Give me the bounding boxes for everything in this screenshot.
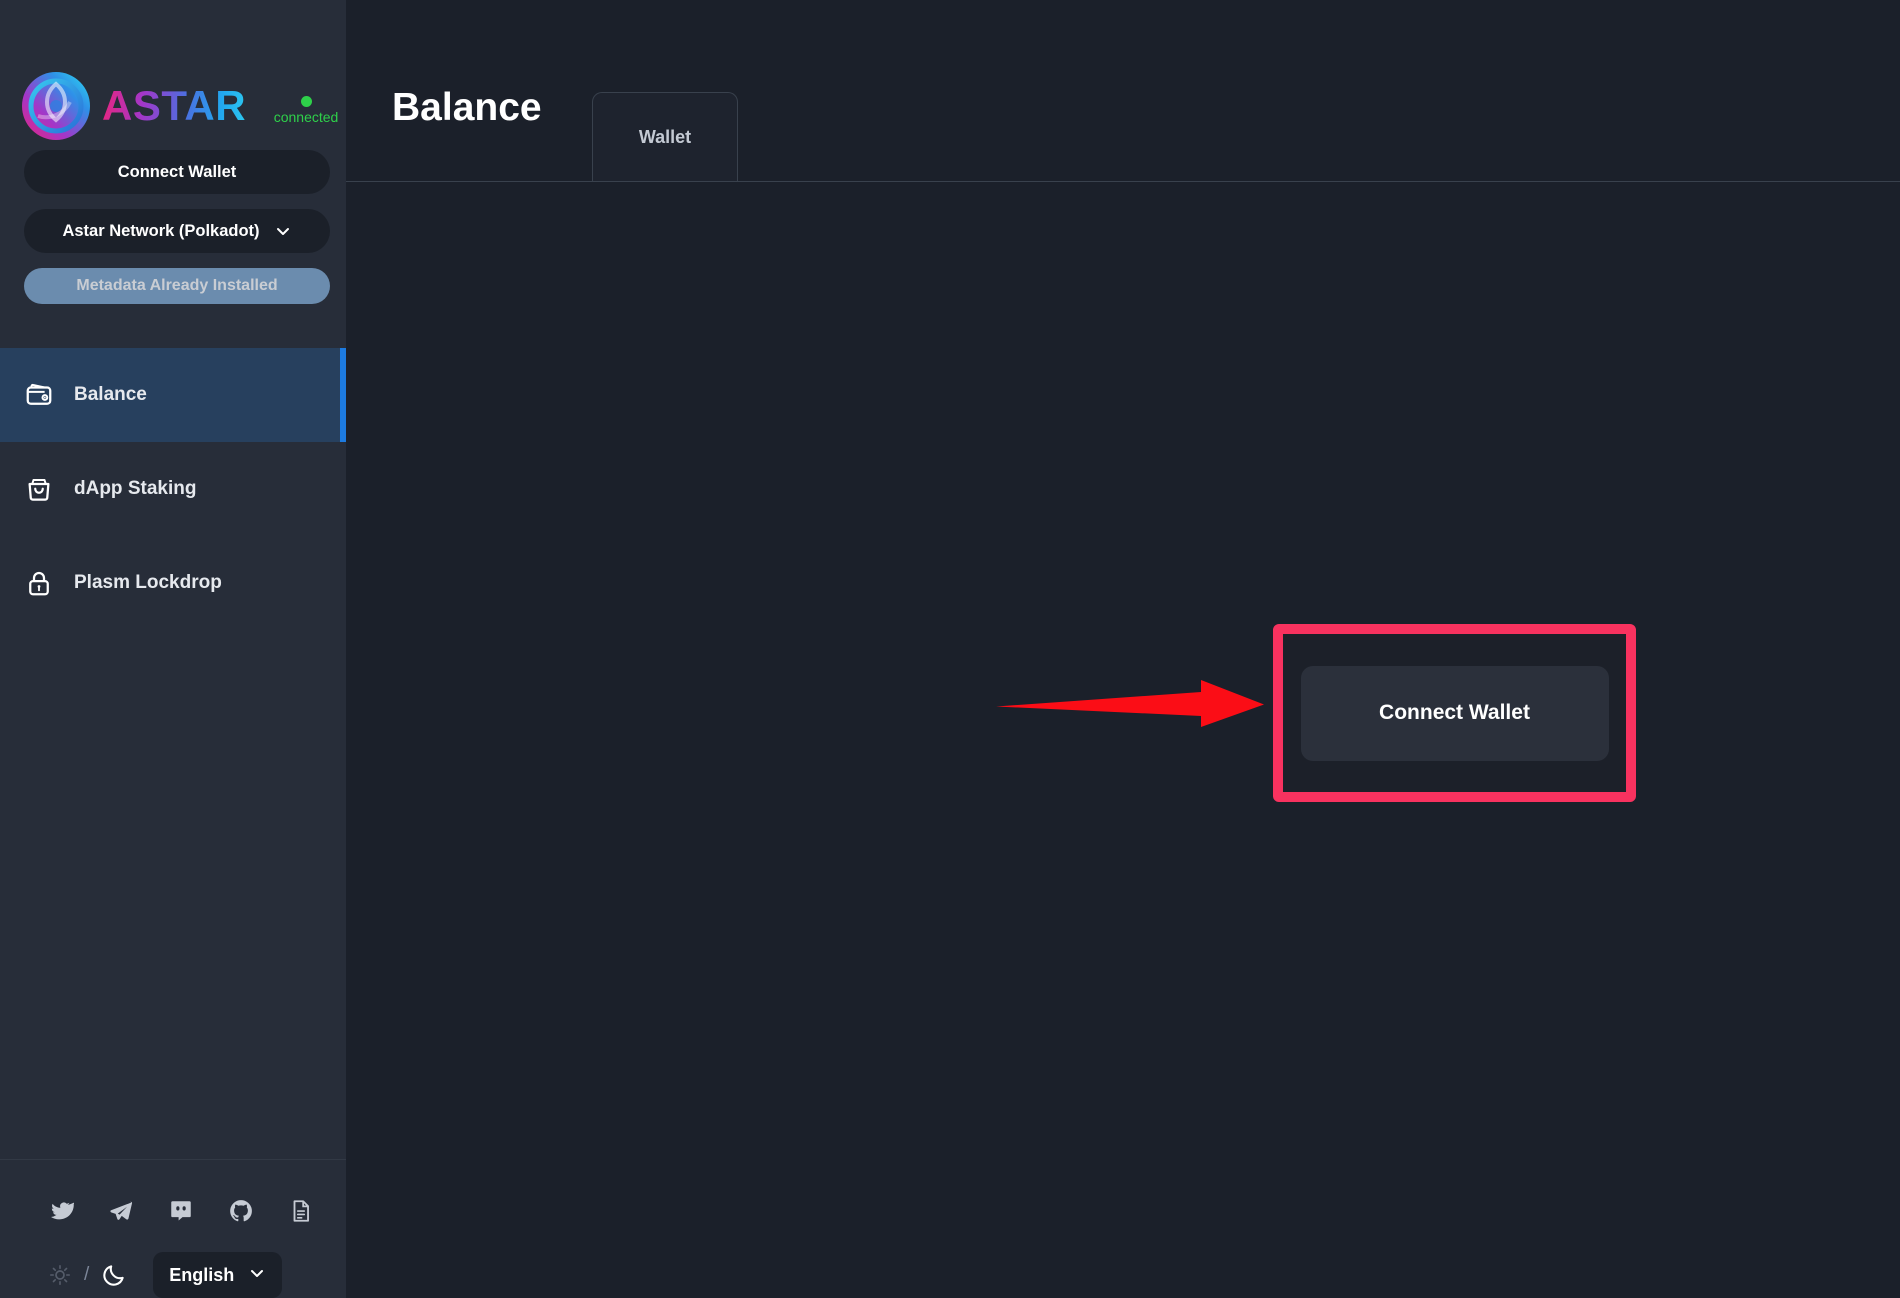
annotation-arrow-icon xyxy=(996,680,1264,730)
sidebar: ASTAR connected Connect Wallet Astar Net… xyxy=(0,0,346,1298)
network-selector-label: Astar Network (Polkadot) xyxy=(62,221,260,240)
docs-icon[interactable] xyxy=(288,1198,314,1224)
astar-logo-icon xyxy=(20,70,92,142)
brand-row: ASTAR connected xyxy=(0,0,346,150)
language-selector[interactable]: English xyxy=(153,1252,283,1298)
twitter-icon[interactable] xyxy=(48,1198,74,1224)
sidebar-item-label: dApp Staking xyxy=(74,478,197,499)
sidebar-footer: / English xyxy=(0,1159,346,1298)
metadata-installed-button[interactable]: Metadata Already Installed xyxy=(24,268,330,304)
telegram-icon[interactable] xyxy=(108,1198,134,1224)
wallet-icon xyxy=(22,378,56,412)
connect-wallet-card: Connect Wallet xyxy=(1273,624,1636,802)
sidebar-item-label: Balance xyxy=(74,384,147,405)
discord-icon[interactable] xyxy=(168,1198,194,1224)
theme-separator: / xyxy=(84,1264,90,1285)
social-links xyxy=(0,1198,346,1224)
lock-icon xyxy=(22,566,56,600)
tab-bar: Wallet xyxy=(592,92,738,182)
sidebar-item-plasm-lockdrop[interactable]: Plasm Lockdrop xyxy=(0,536,346,630)
page-header: Balance Wallet xyxy=(346,0,1900,182)
page-title: Balance xyxy=(392,86,542,129)
sidebar-item-label: Plasm Lockdrop xyxy=(74,572,222,593)
sidebar-item-dapp-staking[interactable]: dApp Staking xyxy=(0,442,346,536)
status-dot-icon xyxy=(300,96,312,107)
connect-wallet-button[interactable]: Connect Wallet xyxy=(1300,665,1609,761)
tab-wallet[interactable]: Wallet xyxy=(592,92,738,182)
connection-status: connected xyxy=(268,96,344,124)
header-divider xyxy=(346,181,1900,182)
github-icon[interactable] xyxy=(228,1198,254,1224)
sun-icon[interactable] xyxy=(48,1263,72,1287)
bag-icon xyxy=(22,472,56,506)
brand-name: ASTAR xyxy=(102,82,247,129)
sidebar-nav: Balance dApp Staking Plasm Lockdrop xyxy=(0,348,346,630)
moon-icon[interactable] xyxy=(101,1262,127,1288)
astar-portal-app: ASTAR connected Connect Wallet Astar Net… xyxy=(0,0,1900,1298)
connect-wallet-sidebar-button[interactable]: Connect Wallet xyxy=(24,150,330,194)
language-selector-label: English xyxy=(169,1264,235,1285)
main-content: Balance Wallet Connect Wallet xyxy=(346,0,1900,1298)
chevron-down-icon xyxy=(248,1264,266,1287)
sidebar-item-balance[interactable]: Balance xyxy=(0,348,346,442)
theme-and-language: / English xyxy=(0,1224,346,1298)
connection-status-label: connected xyxy=(273,109,339,125)
sidebar-actions: Connect Wallet Astar Network (Polkadot) … xyxy=(0,150,346,304)
network-selector-button[interactable]: Astar Network (Polkadot) xyxy=(24,209,330,253)
chevron-down-icon xyxy=(274,222,292,240)
